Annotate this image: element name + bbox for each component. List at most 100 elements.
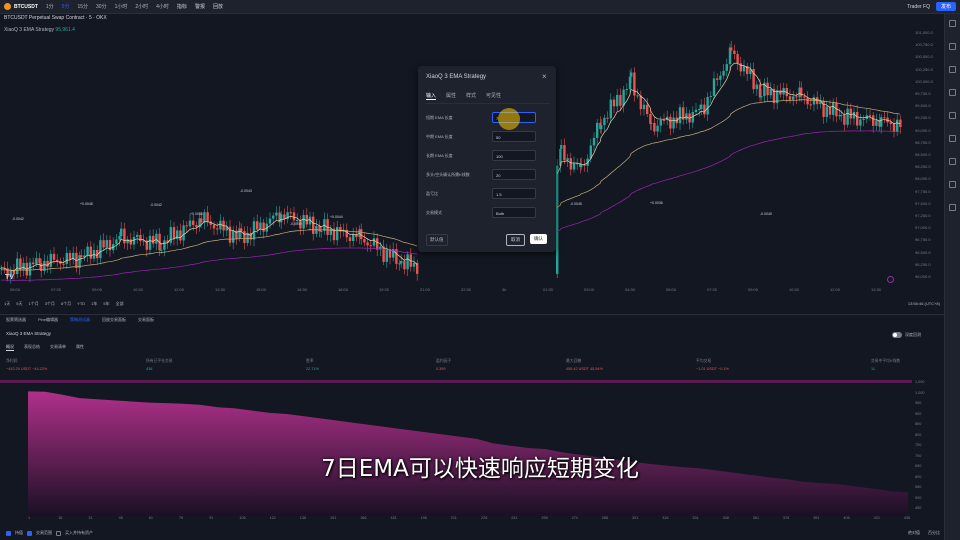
tradingview-logo-icon[interactable]: TV [5, 274, 14, 281]
timeframe-15m[interactable]: 15分 [77, 3, 88, 10]
price-scale[interactable]: 101,000.0 100,750.0 100,500.0 100,250.0 100,… [912, 30, 942, 286]
close-icon[interactable]: × [542, 72, 547, 81]
checkbox-icon[interactable] [27, 530, 32, 536]
equity-axis-tick: 196 [420, 516, 427, 520]
time-tick: 10:30 [789, 287, 800, 292]
range-button[interactable]: 1个月 [28, 301, 38, 307]
alerts-icon[interactable] [949, 43, 956, 50]
defaults-dropdown[interactable]: 默认值 [426, 234, 448, 246]
range-button[interactable]: 3个月 [45, 301, 55, 307]
candle [232, 230, 235, 243]
range-button[interactable]: 1天 [4, 301, 10, 307]
dialog-tab[interactable]: 可见性 [486, 92, 501, 100]
panel-tab[interactable]: 交易面板 [138, 317, 154, 322]
panel-tab[interactable]: 策略测试器 [70, 317, 90, 322]
range-button[interactable]: 1年 [91, 301, 97, 307]
ideas-icon[interactable] [949, 135, 956, 142]
dialog-tab[interactable]: 属性 [446, 92, 456, 100]
percent-toggle[interactable]: 百分比 [928, 530, 940, 536]
strategy-tester-name[interactable]: XiaoQ 3 EMA Strategy [6, 331, 51, 336]
tester-subtab[interactable]: 属性 [76, 344, 84, 351]
input-field[interactable]: 100 [492, 150, 536, 161]
trade-signal-label: +0.0048 [80, 202, 93, 206]
time-tick: 01:30 [543, 287, 554, 292]
range-button[interactable]: 6个月 [61, 301, 71, 307]
input-field[interactable]: 20 [492, 169, 536, 180]
candle [880, 117, 883, 127]
timeframe-2h[interactable]: 2小时 [135, 3, 148, 10]
equity-chart[interactable] [0, 380, 912, 516]
candle [56, 259, 59, 262]
input-field[interactable]: 50 [492, 131, 536, 142]
price-tick: 96,250.0 [915, 261, 931, 267]
notifications-icon[interactable] [949, 181, 956, 188]
panel-tab[interactable]: Pine编辑器 [38, 317, 58, 322]
candle [650, 122, 653, 124]
publish-button[interactable]: 发布 [935, 2, 956, 11]
timeframe-5m[interactable]: 5分 [62, 3, 70, 10]
time-tick: 18:00 [338, 287, 349, 292]
metric: 交易中平均K线数 11 [871, 359, 900, 371]
candle [694, 109, 698, 113]
time-axis[interactable]: 06:00 07:30 09:00 10:30 12:00 13:30 15:00 16:30… [0, 286, 912, 295]
candle [739, 63, 742, 72]
tester-subtab[interactable]: 交易清单 [50, 344, 66, 351]
tester-subtab[interactable]: 表现总结 [24, 344, 40, 351]
indicators-button[interactable]: 指标 [177, 3, 187, 10]
opt-equity[interactable]: 持值 [15, 530, 23, 536]
timeframe-4h[interactable]: 4小时 [156, 3, 169, 10]
candle [376, 238, 379, 250]
metric-label: 胜率 [306, 359, 314, 363]
symbol-search[interactable]: BTCUSDT [4, 3, 38, 10]
goto-realtime-icon[interactable] [887, 276, 894, 283]
time-tick: 07:30 [51, 287, 62, 292]
range-button[interactable]: 5天 [16, 301, 22, 307]
cancel-button[interactable]: 取消 [506, 234, 525, 246]
input-field[interactable]: Both [492, 207, 536, 218]
help-icon[interactable] [949, 204, 956, 211]
chat-icon[interactable] [949, 158, 956, 165]
candle [560, 145, 563, 149]
ema-fast-line [0, 215, 418, 272]
timeframe-30m[interactable]: 30分 [96, 3, 107, 10]
candle [256, 221, 259, 230]
watchlist-icon[interactable] [949, 20, 956, 27]
candle [843, 115, 846, 125]
strategy-settings-dialog: XiaoQ 3 EMA Strategy × 输入 属性 样式 可见性 默认值 取消 … [418, 66, 556, 252]
deep-backtest-toggle[interactable] [892, 332, 902, 338]
timeframe-1m[interactable]: 1分 [46, 3, 54, 10]
candle [625, 89, 628, 91]
panel-tab[interactable]: 回放交易面板 [102, 317, 126, 322]
range-button[interactable]: YTD [77, 301, 85, 306]
dialog-tab[interactable]: 输入 [426, 92, 437, 100]
absolute-toggle[interactable]: 绝对值 [908, 530, 920, 536]
dialog-tab[interactable]: 样式 [466, 92, 476, 100]
input-field[interactable]: 1.5 [492, 188, 536, 199]
equity-axis-tick: 391 [813, 516, 820, 520]
calendar-icon[interactable] [949, 112, 956, 119]
ok-button[interactable]: 确认 [530, 234, 547, 244]
tester-subtab[interactable]: 概况 [6, 344, 14, 351]
metric-label: 盈利因子 [436, 359, 452, 363]
clock[interactable]: 13:56:46 (UTC+8) [908, 301, 944, 306]
data-window-icon[interactable] [949, 66, 956, 73]
candle [120, 228, 123, 237]
hotlist-icon[interactable] [949, 89, 956, 96]
opt-drawdown[interactable]: 交易范围 [36, 530, 52, 536]
candle [730, 47, 733, 51]
equity-axis-tick: 211 [450, 516, 457, 520]
checkbox-icon[interactable] [6, 530, 11, 536]
checkbox-icon[interactable] [56, 530, 61, 536]
range-button[interactable]: 5年 [103, 301, 109, 307]
panel-tab[interactable]: 股票筛选器 [6, 317, 26, 322]
range-button[interactable]: 全部 [116, 301, 124, 307]
price-tick: 97,250.0 [915, 213, 931, 218]
replay-button[interactable]: 回放 [213, 3, 223, 10]
candle [628, 76, 632, 90]
user-menu[interactable]: Trader FQ [907, 4, 930, 10]
alert-button[interactable]: 警报 [195, 3, 205, 10]
time-tick: 12:00 [174, 287, 185, 292]
opt-buy-hold[interactable]: 买入并持有资产 [65, 530, 93, 536]
timeframe-1h[interactable]: 1小时 [115, 3, 128, 10]
dialog-tabs: 输入 属性 样式 可见性 [426, 92, 550, 104]
